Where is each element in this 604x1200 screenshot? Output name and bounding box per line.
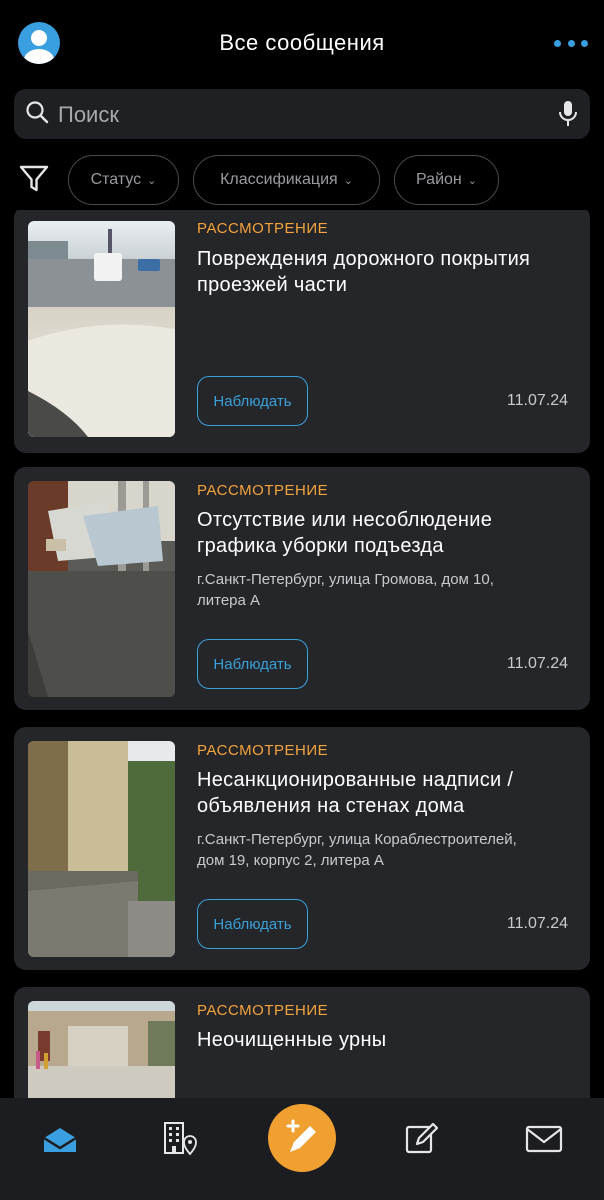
watch-button[interactable]: Наблюдать [197, 899, 308, 949]
message-card[interactable]: РАССМОТРЕНИЕ Повреждения дорожного покры… [14, 210, 590, 453]
search-icon [26, 101, 49, 124]
microphone-icon[interactable] [557, 100, 579, 128]
district-filter-chip[interactable]: Район ⌄ [394, 155, 499, 205]
card-date: 11.07.24 [506, 655, 568, 672]
status-filter-chip[interactable]: Статус ⌄ [68, 155, 179, 205]
status-filter-label: Статус [90, 171, 142, 188]
search-input[interactable]: Поиск [58, 102, 119, 128]
card-title-line: Отсутствие или несоблюдение [197, 509, 493, 531]
card-title-line: Неочищенные урны [197, 1029, 387, 1051]
card-address-line: литера А [197, 592, 261, 609]
card-date: 11.07.24 [506, 915, 568, 932]
message-list[interactable]: РАССМОТРЕНИЕ Повреждения дорожного покры… [14, 210, 590, 1098]
watch-button[interactable]: Наблюдать [197, 376, 308, 426]
status-badge: РАССМОТРЕНИЕ [197, 1002, 329, 1019]
message-card[interactable]: РАССМОТРЕНИЕ Несанкционированные надписи… [14, 727, 590, 970]
card-title-line: объявления на стенах дома [197, 795, 465, 817]
message-card[interactable]: РАССМОТРЕНИЕ Отсутствие или несоблюдение… [14, 467, 590, 710]
report-photo [28, 221, 175, 437]
edit-icon[interactable] [400, 1118, 444, 1158]
card-address: г.Санкт-Петербург, улица Кораблестроител… [197, 829, 577, 871]
watch-button[interactable]: Наблюдать [197, 639, 308, 689]
header: Все сообщения [0, 0, 604, 88]
card-title-line: проезжей части [197, 274, 348, 296]
chevron-down-icon: ⌄ [147, 174, 157, 187]
building-location-icon[interactable] [157, 1118, 201, 1158]
new-report-icon [286, 1119, 316, 1152]
card-title-line: графика уборки подъезда [197, 535, 444, 557]
mail-icon[interactable] [522, 1118, 566, 1158]
card-date: 11.07.24 [506, 392, 568, 409]
card-title: Отсутствие или несоблюдение графика убор… [197, 507, 577, 559]
classification-filter-label: Классификация [220, 171, 338, 188]
report-photo [28, 1001, 175, 1098]
page-title: Все сообщения [219, 30, 385, 55]
card-title-line: Несанкционированные надписи / [197, 769, 514, 791]
card-address-line: г.Санкт-Петербург, улица Кораблестроител… [197, 831, 517, 848]
card-address-line: г.Санкт-Петербург, улица Громова, дом 10… [197, 571, 494, 588]
status-badge: РАССМОТРЕНИЕ [197, 220, 329, 237]
more-options-icon[interactable] [554, 38, 588, 48]
report-photo [28, 741, 175, 957]
new-report-button[interactable] [268, 1104, 336, 1172]
home-icon[interactable] [38, 1118, 82, 1158]
card-address: г.Санкт-Петербург, улица Громова, дом 10… [197, 569, 577, 611]
district-filter-label: Район [416, 171, 462, 188]
search-bar[interactable]: Поиск [14, 89, 590, 139]
card-title: Повреждения дорожного покрытия проезжей … [197, 246, 577, 298]
chevron-down-icon: ⌄ [343, 174, 353, 187]
status-badge: РАССМОТРЕНИЕ [197, 482, 329, 499]
filter-bar: Статус ⌄ Классификация ⌄ Район ⌄ [0, 155, 604, 205]
report-photo [28, 481, 175, 697]
card-title: Несанкционированные надписи / объявления… [197, 767, 577, 819]
card-address-line: дом 19, корпус 2, литера А [197, 852, 384, 869]
filter-icon[interactable] [18, 163, 50, 195]
chevron-down-icon: ⌄ [467, 174, 477, 187]
status-badge: РАССМОТРЕНИЕ [197, 742, 329, 759]
card-title-line: Повреждения дорожного покрытия [197, 248, 531, 270]
classification-filter-chip[interactable]: Классификация ⌄ [193, 155, 380, 205]
bottom-tab-bar [0, 1098, 604, 1200]
card-title: Неочищенные урны [197, 1027, 577, 1053]
message-card[interactable]: РАССМОТРЕНИЕ Неочищенные урны [14, 987, 590, 1098]
